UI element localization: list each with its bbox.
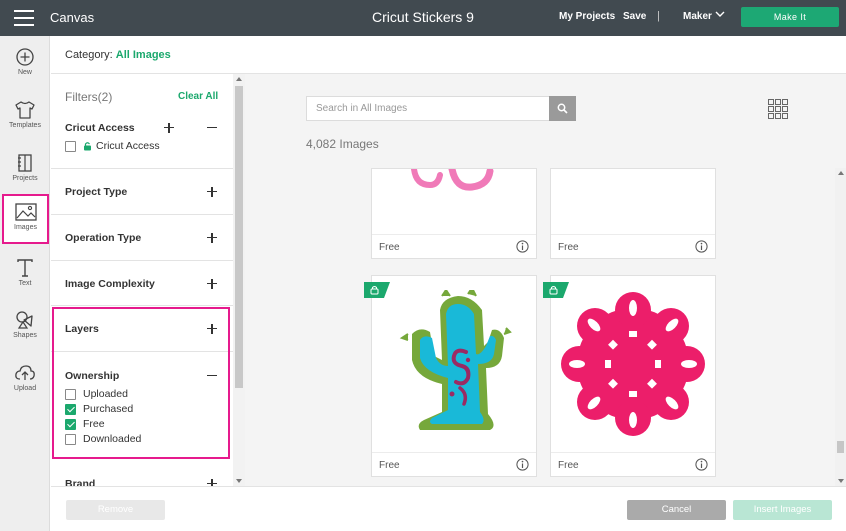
- filters-scrollbar[interactable]: [233, 74, 245, 486]
- category-label: Category: All Images: [65, 49, 171, 61]
- info-icon[interactable]: [695, 240, 708, 253]
- scroll-up-icon[interactable]: [838, 171, 844, 175]
- filters-panel: Filters(2) Clear All Cricut Access Cricu…: [51, 74, 245, 486]
- images-scrollbar[interactable]: [835, 168, 846, 486]
- rail-item-templates[interactable]: Templates: [0, 94, 50, 144]
- plus-icon[interactable]: [205, 185, 219, 199]
- tile-label: Free: [558, 460, 579, 471]
- filter-heading: Image Complexity: [65, 278, 155, 290]
- rail-label: Projects: [12, 175, 38, 182]
- rail-label: New: [17, 69, 32, 76]
- cactus-image: [399, 290, 512, 430]
- checkbox[interactable]: [65, 141, 76, 152]
- images-area: Search in All Images 4,082 Images Free F…: [245, 74, 846, 486]
- grid-view-icon[interactable]: [767, 98, 789, 120]
- rail-item-upload[interactable]: Upload: [0, 357, 50, 407]
- rail-label: Templates: [9, 122, 41, 129]
- filter-heading: Project Type: [65, 186, 128, 198]
- rail-item-new[interactable]: New: [0, 41, 50, 91]
- tile-footer: Free: [551, 452, 715, 476]
- info-icon[interactable]: [516, 240, 529, 253]
- action-bar: Remove Cancel Insert Images: [51, 486, 846, 531]
- search-icon: [557, 103, 568, 114]
- filter-heading: Brand: [65, 478, 96, 486]
- filter-project-type[interactable]: Project Type: [51, 169, 233, 215]
- image-tile[interactable]: Free: [371, 168, 537, 259]
- image-count: 4,082 Images: [306, 137, 379, 151]
- pink-swirl-image: [411, 169, 494, 191]
- filter-heading: Operation Type: [65, 232, 142, 244]
- scrollbar-thumb[interactable]: [235, 86, 243, 388]
- save-link[interactable]: Save: [623, 11, 646, 22]
- plus-circle-icon: [16, 48, 34, 66]
- tile-label: Free: [558, 242, 579, 253]
- filter-operation-type[interactable]: Operation Type: [51, 215, 233, 261]
- scroll-down-icon[interactable]: [236, 479, 242, 483]
- notebook-icon: [18, 154, 32, 172]
- top-bar: Canvas Cricut Stickers 9 My Projects Sav…: [0, 0, 846, 36]
- image-tile[interactable]: Free: [543, 275, 716, 477]
- menu-icon[interactable]: [14, 10, 34, 26]
- cloud-upload-icon: [15, 365, 35, 380]
- remove-button[interactable]: Remove: [66, 500, 165, 520]
- rail-item-projects[interactable]: Projects: [0, 147, 50, 197]
- category-prefix: Category:: [65, 49, 113, 61]
- shapes-icon: [16, 311, 33, 329]
- insert-images-button[interactable]: Insert Images: [733, 500, 832, 520]
- info-icon[interactable]: [516, 458, 529, 471]
- category-value[interactable]: All Images: [116, 49, 171, 61]
- make-it-button[interactable]: Make It: [741, 7, 839, 27]
- rail-item-images[interactable]: Images: [2, 194, 49, 244]
- text-icon: [17, 259, 33, 277]
- plus-icon[interactable]: [205, 231, 219, 245]
- search-button[interactable]: [549, 96, 576, 121]
- tile-label: Free: [379, 460, 400, 471]
- cancel-button[interactable]: Cancel: [627, 500, 726, 520]
- tile-footer: Free: [372, 452, 536, 476]
- plus-icon[interactable]: [205, 477, 219, 486]
- my-projects-link[interactable]: My Projects: [559, 11, 615, 22]
- scroll-up-icon[interactable]: [236, 77, 242, 81]
- rail-label: Text: [18, 280, 32, 287]
- minus-icon[interactable]: [205, 121, 219, 135]
- pink-doily-image: [561, 292, 705, 436]
- chevron-down-icon[interactable]: [715, 9, 725, 19]
- tile-footer: Free: [372, 234, 536, 258]
- machine-select[interactable]: Maker: [683, 11, 712, 22]
- topbar-separator: |: [657, 10, 660, 22]
- plus-icon[interactable]: [205, 277, 219, 291]
- tool-rail: New Templates Projects Images Text Shape…: [0, 36, 50, 531]
- filter-image-complexity[interactable]: Image Complexity: [51, 261, 233, 306]
- scrollbar-thumb[interactable]: [837, 441, 844, 453]
- filters-title: Filters(2): [65, 90, 113, 104]
- filter-cricut-access: Cricut Access Cricut Access: [51, 114, 233, 169]
- plus-icon[interactable]: [162, 121, 176, 135]
- rail-item-shapes[interactable]: Shapes: [0, 304, 50, 354]
- access-lock-icon: [84, 142, 91, 151]
- option-label: Cricut Access: [96, 140, 160, 152]
- image-icon: [14, 203, 37, 221]
- filter-brand[interactable]: Brand: [51, 472, 233, 486]
- info-icon[interactable]: [695, 458, 708, 471]
- app-name: Canvas: [50, 10, 95, 25]
- tile-label: Free: [379, 242, 400, 253]
- shirt-icon: [15, 101, 35, 119]
- image-tile[interactable]: Free: [550, 168, 716, 259]
- rail-label: Shapes: [13, 332, 37, 339]
- clear-all-link[interactable]: Clear All: [178, 91, 218, 102]
- highlight-box: [52, 307, 230, 459]
- tile-footer: Free: [551, 234, 715, 258]
- filter-heading: Cricut Access: [65, 122, 135, 134]
- category-bar: Category: All Images: [51, 36, 846, 74]
- search-input[interactable]: Search in All Images: [306, 96, 549, 121]
- rail-label: Images: [14, 224, 37, 231]
- rail-item-text[interactable]: Text: [0, 252, 50, 302]
- rail-label: Upload: [13, 385, 37, 392]
- scroll-down-icon[interactable]: [838, 479, 844, 483]
- image-tile[interactable]: Free: [364, 275, 537, 477]
